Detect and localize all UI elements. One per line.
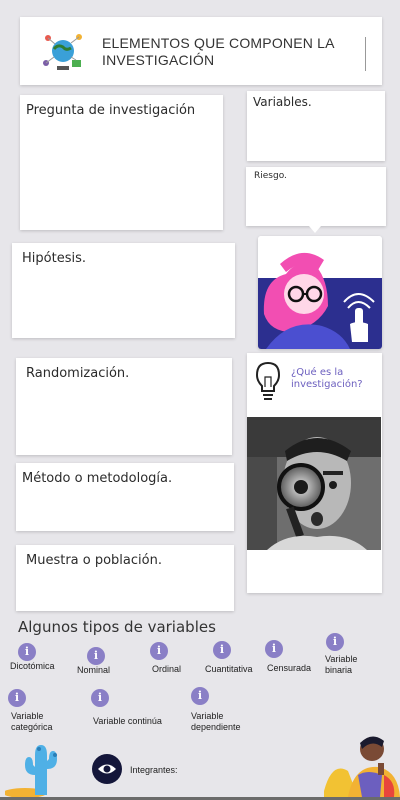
card-title: Muestra o población. xyxy=(26,553,162,568)
header-divider xyxy=(365,37,366,71)
info-icon[interactable]: i xyxy=(8,689,26,707)
info-icon[interactable]: i xyxy=(326,633,344,651)
variable-label-ordinal: Ordinal xyxy=(152,664,182,674)
eye-button[interactable] xyxy=(92,754,122,784)
variable-label-dicotomica: Dicotómica xyxy=(10,661,55,671)
cactus-icon xyxy=(5,745,57,797)
card-title: Método o metodología. xyxy=(22,471,173,486)
info-icon[interactable]: i xyxy=(191,687,209,705)
info-icon[interactable]: i xyxy=(265,640,283,658)
card-muestra[interactable]: Muestra o población. xyxy=(16,545,234,611)
header-card: ELEMENTOS QUE COMPONEN LA INVESTIGACIÓN xyxy=(20,17,382,85)
promo-question: ¿Qué es la investigación? xyxy=(291,367,363,390)
card-title: Hipótesis. xyxy=(22,251,86,266)
card-title: Randomización. xyxy=(26,366,130,381)
info-icon[interactable]: i xyxy=(87,647,105,665)
variable-label-categorica: Variable categórica xyxy=(11,711,53,732)
card-randomizacion[interactable]: Randomización. xyxy=(16,358,232,455)
page-title: ELEMENTOS QUE COMPONEN LA INVESTIGACIÓN xyxy=(102,35,334,68)
person-illustration-icon xyxy=(258,236,382,349)
variable-label-dependiente: Variable dependiente xyxy=(191,711,241,732)
info-icon[interactable]: i xyxy=(91,689,109,707)
card-metodo[interactable]: Método o metodología. xyxy=(16,463,234,531)
card-hipotesis[interactable]: Hipótesis. xyxy=(12,243,235,338)
promo-card[interactable]: ¿Qué es la investigación? xyxy=(247,353,382,593)
card-variables[interactable]: Variables. xyxy=(247,91,385,161)
lightbulb-icon xyxy=(255,361,281,400)
variable-label-censurada: Censurada xyxy=(267,663,312,673)
variable-label-cuantitativa: Cuantitativa xyxy=(205,664,253,674)
info-icon[interactable]: i xyxy=(213,641,231,659)
variable-label-continua: Variable continúa xyxy=(93,716,162,726)
globe-network-icon xyxy=(43,34,82,70)
variable-label-nominal: Nominal xyxy=(77,665,111,675)
card-title: Riesgo. xyxy=(254,171,287,181)
card-title: Pregunta de investigación xyxy=(26,103,196,118)
card-pregunta[interactable]: Pregunta de investigación xyxy=(20,95,223,230)
info-icon[interactable]: i xyxy=(150,642,168,660)
card-title: Variables. xyxy=(253,95,312,109)
tooltip-tail xyxy=(309,226,321,233)
card-riesgo[interactable]: Riesgo. xyxy=(246,167,386,226)
variable-label-binaria: Variable binaria xyxy=(325,654,358,675)
detective-photo xyxy=(247,417,381,550)
integrantes-label: Integrantes: xyxy=(130,765,178,775)
eye-icon xyxy=(98,764,116,774)
person-illustration-icon xyxy=(324,736,400,797)
section-title: Algunos tipos de variables xyxy=(18,618,216,636)
info-icon[interactable]: i xyxy=(18,643,36,661)
illustration-card xyxy=(258,236,382,349)
